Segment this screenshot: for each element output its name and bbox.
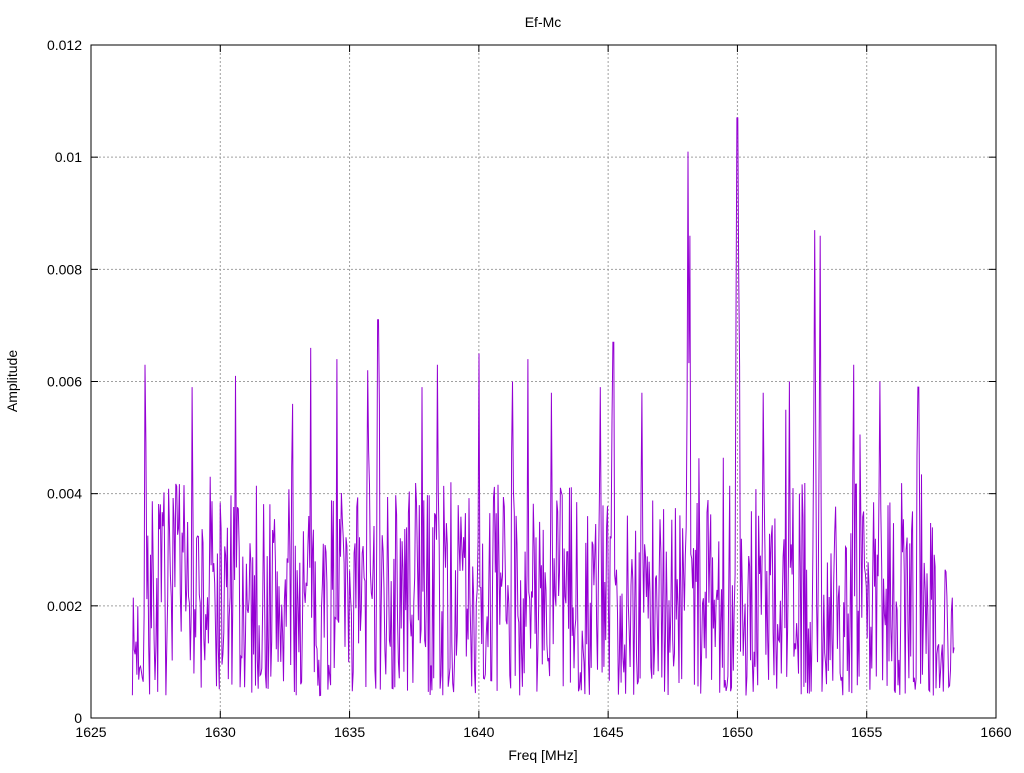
x-tick-label: 1655 <box>851 724 882 740</box>
y-tick-label: 0.01 <box>55 149 82 165</box>
y-tick-label: 0 <box>74 710 82 726</box>
chart-title: Ef-Mc <box>525 14 562 30</box>
x-tick-label: 1650 <box>722 724 753 740</box>
y-tick-label: 0.006 <box>47 374 82 390</box>
x-tick-label: 1630 <box>205 724 236 740</box>
x-tick-label: 1645 <box>593 724 624 740</box>
x-axis-label: Freq [MHz] <box>508 747 577 763</box>
series-line <box>131 117 955 697</box>
chart: Ef-Mc 1625 1630 1635 1640 1645 1650 1655 1660 0 0… <box>4 14 1012 763</box>
y-tick-label: 0.012 <box>47 37 82 53</box>
x-tick-label: 1660 <box>980 724 1011 740</box>
y-tick-label: 0.004 <box>47 486 82 502</box>
y-tick-label: 0.008 <box>47 261 82 277</box>
x-tick-label: 1635 <box>334 724 365 740</box>
series-ef-mc <box>131 117 955 697</box>
y-tick-label: 0.002 <box>47 598 82 614</box>
y-axis-label: Amplitude <box>4 350 20 412</box>
x-tick-label: 1625 <box>75 724 106 740</box>
x-tick-label: 1640 <box>463 724 494 740</box>
